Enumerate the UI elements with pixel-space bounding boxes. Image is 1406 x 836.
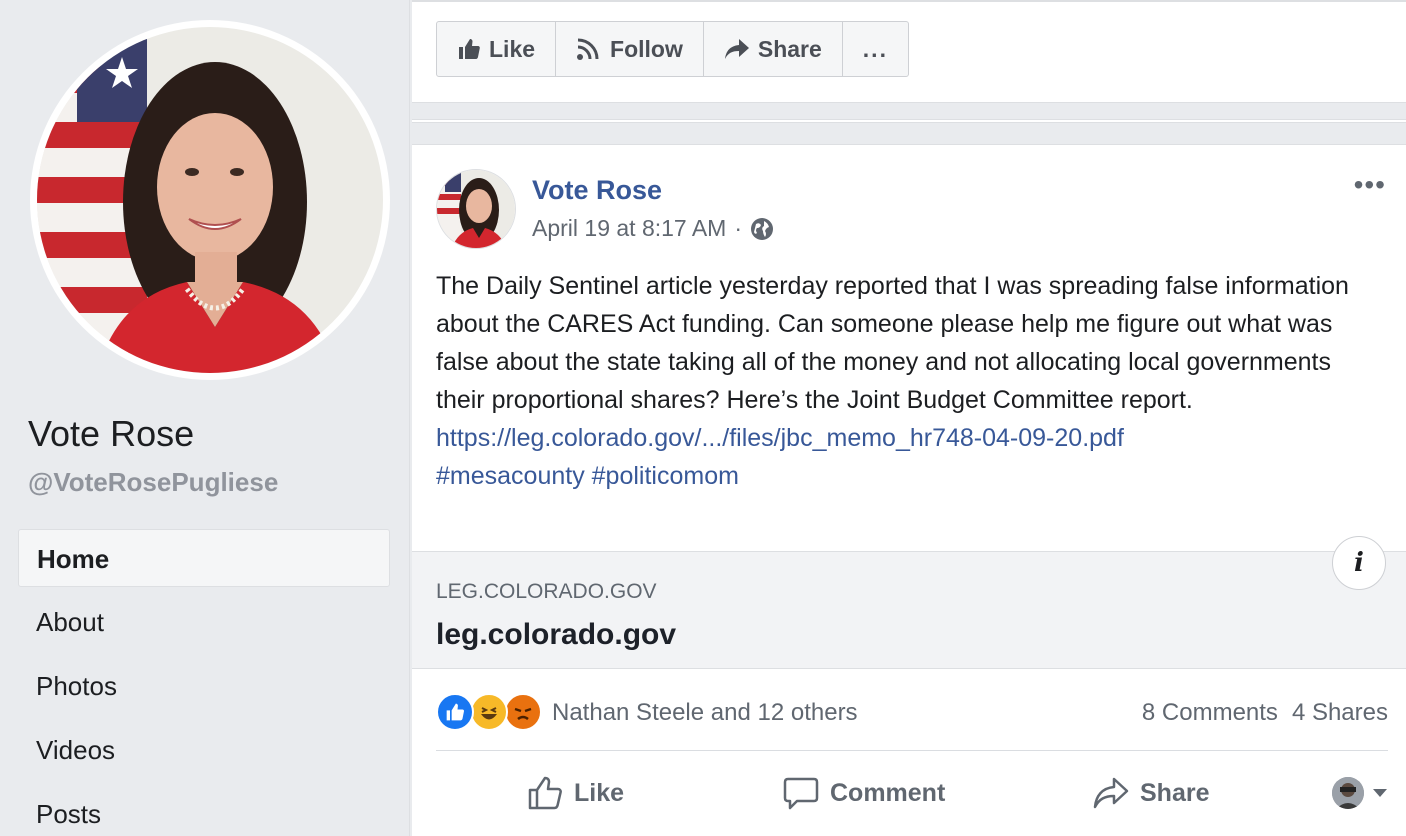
page-like-button[interactable]: Like — [437, 22, 557, 76]
page-name: Vote Rose — [28, 413, 195, 454]
post-timestamp[interactable]: April 19 at 8:17 AM — [532, 215, 726, 242]
post-link[interactable]: https://leg.colorado.gov/.../files/jbc_m… — [436, 424, 1124, 452]
post-card: Vote Rose April 19 at 8:17 AM · ••• The … — [412, 144, 1406, 836]
post-comment-label: Comment — [830, 778, 946, 807]
post-as-selector[interactable] — [1332, 777, 1388, 809]
page-like-label: Like — [489, 35, 536, 62]
post-options-icon[interactable]: ••• — [1354, 169, 1386, 201]
post-share-label: Share — [1140, 778, 1210, 807]
page-action-card: Like Follow Share ... — [412, 0, 1406, 103]
page: Vote Rose @VoteRosePugliese Home About P… — [0, 0, 1406, 836]
hashtag-mesacounty[interactable]: #mesacounty — [436, 462, 585, 490]
post-share-button[interactable]: Share — [1092, 776, 1209, 810]
thumbs-up-outline-icon — [528, 776, 562, 810]
comment-bubble-icon — [783, 777, 819, 810]
post-like-button[interactable]: Like — [526, 774, 624, 812]
sidebar-item-about[interactable]: About — [18, 593, 390, 651]
angry-reaction-icon — [504, 693, 542, 731]
post-actions: Like Comment Share — [436, 763, 1388, 823]
hashtag-politicomom[interactable]: #politicomom — [592, 462, 739, 490]
sidebar-item-videos[interactable]: Videos — [18, 721, 390, 779]
page-follow-label: Follow — [610, 35, 683, 62]
post-like-label: Like — [574, 778, 625, 807]
post-body: The Daily Sentinel article yesterday rep… — [436, 267, 1386, 495]
share-outline-icon — [1093, 777, 1129, 809]
profile-photo-image — [37, 27, 383, 373]
share-arrow-icon — [724, 39, 749, 59]
info-icon[interactable]: i — [1332, 536, 1386, 590]
haha-reaction-icon — [470, 693, 508, 731]
reaction-icons[interactable] — [436, 693, 542, 731]
user-avatar — [1332, 777, 1364, 809]
sidebar-item-home[interactable]: Home — [18, 529, 390, 587]
rss-follow-icon — [577, 38, 599, 60]
post-meta: April 19 at 8:17 AM · — [532, 215, 774, 242]
author-avatar-image — [437, 170, 515, 248]
page-handle: @VoteRosePugliese — [28, 467, 279, 497]
sidebar-item-posts[interactable]: Posts — [18, 785, 390, 836]
link-preview-title[interactable]: leg.colorado.gov — [436, 618, 676, 652]
shares-count[interactable]: 4 Shares — [1292, 699, 1388, 727]
page-more-button[interactable]: ... — [843, 22, 908, 76]
page-follow-button[interactable]: Follow — [556, 22, 704, 76]
card-divider — [412, 103, 1406, 143]
post-author-name[interactable]: Vote Rose — [532, 175, 662, 206]
thumbs-up-icon — [459, 39, 480, 59]
comments-count[interactable]: 8 Comments — [1142, 699, 1278, 727]
more-dots-icon: ... — [862, 35, 888, 62]
link-preview[interactable]: i LEG.COLORADO.GOV leg.colorado.gov — [412, 536, 1406, 669]
link-preview-domain: LEG.COLORADO.GOV — [436, 580, 657, 603]
sidebar-item-photos[interactable]: Photos — [18, 657, 390, 715]
post-message: The Daily Sentinel article yesterday rep… — [436, 272, 1349, 414]
post-comment-button[interactable]: Comment — [782, 774, 945, 812]
profile-picture[interactable] — [30, 20, 390, 380]
page-sidebar: Vote Rose @VoteRosePugliese Home About P… — [0, 0, 410, 836]
globe-icon — [751, 217, 774, 240]
like-reaction-icon — [436, 693, 474, 731]
page-share-button[interactable]: Share — [704, 22, 843, 76]
reactors-text[interactable]: Nathan Steele and 12 others — [552, 699, 858, 727]
post-author-avatar[interactable] — [436, 169, 516, 249]
page-action-bar: Like Follow Share ... — [436, 21, 909, 77]
engagement-counts: 8 Comments 4 Shares — [1142, 699, 1388, 727]
page-share-label: Share — [757, 35, 822, 62]
meta-separator: · — [734, 215, 743, 241]
reactions-summary: Nathan Steele and 12 others 8 Comments 4… — [436, 689, 1388, 751]
chevron-down-icon — [1373, 789, 1387, 797]
